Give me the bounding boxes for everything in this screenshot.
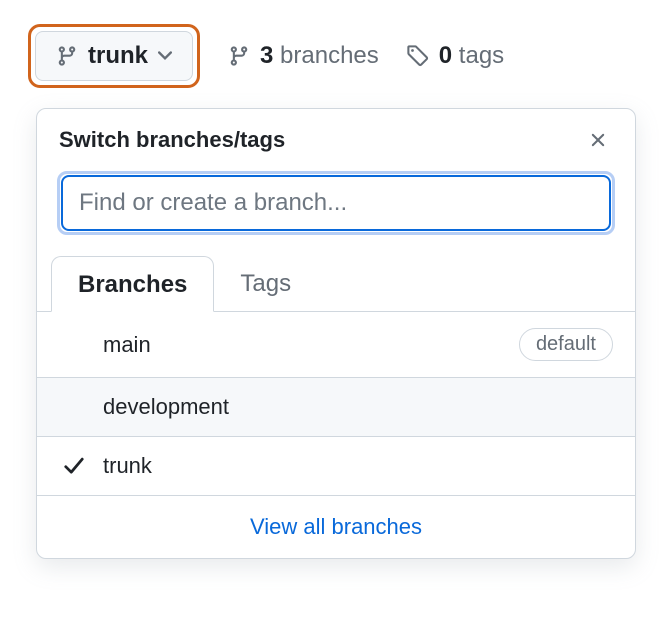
branch-item-main[interactable]: main default — [37, 312, 635, 378]
default-badge: default — [519, 328, 613, 361]
branch-selector-button[interactable]: trunk — [35, 31, 193, 81]
check-icon — [59, 455, 89, 477]
tags-link[interactable]: 0 tags — [407, 42, 504, 70]
view-all-branches-link[interactable]: View all branches — [37, 496, 635, 558]
tab-branches[interactable]: Branches — [51, 256, 214, 312]
branch-name: main — [103, 332, 151, 358]
caret-down-icon — [158, 51, 172, 61]
tag-icon — [407, 45, 429, 67]
branch-selector-highlight: trunk — [28, 24, 200, 88]
branch-icon — [56, 45, 78, 67]
branch-list: main default development trunk View all … — [37, 312, 635, 558]
popover-title: Switch branches/tags — [59, 127, 285, 153]
branches-count: 3 — [260, 42, 273, 69]
branch-switcher-popover: Switch branches/tags Branches Tags main … — [36, 108, 636, 559]
branch-item-development[interactable]: development — [37, 378, 635, 437]
branch-search-input[interactable] — [61, 175, 611, 231]
tab-tags[interactable]: Tags — [214, 256, 317, 312]
branch-name: trunk — [103, 453, 152, 479]
branch-name: development — [103, 394, 229, 420]
branch-selector-label: trunk — [88, 42, 148, 70]
branch-icon — [228, 45, 250, 67]
branches-link[interactable]: 3 branches — [228, 42, 379, 70]
tags-count: 0 — [439, 42, 452, 69]
close-button[interactable] — [583, 125, 613, 155]
branch-item-trunk[interactable]: trunk — [37, 437, 635, 496]
tags-label: tags — [459, 42, 504, 69]
branches-label: branches — [280, 42, 379, 69]
close-icon — [587, 129, 609, 151]
search-focus-ring — [57, 171, 615, 235]
